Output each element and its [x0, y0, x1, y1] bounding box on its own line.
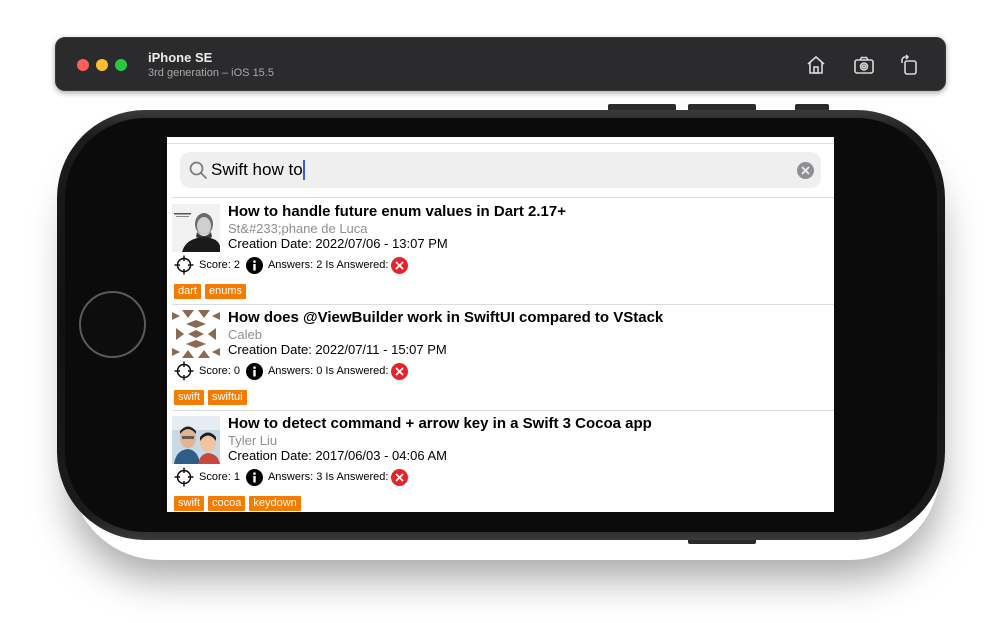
- author-avatar: [172, 204, 220, 252]
- info-icon: [245, 468, 263, 486]
- minimize-window-button[interactable]: [96, 59, 108, 71]
- question-author: St&#233;phane de Luca: [228, 221, 368, 236]
- screenshot-icon[interactable]: [852, 53, 876, 77]
- tag[interactable]: swiftui: [208, 390, 247, 405]
- x-circle-icon: [391, 468, 409, 486]
- tag-list: swift cocoa keydown: [174, 496, 301, 511]
- home-button[interactable]: [79, 291, 146, 358]
- question-meta: Score: 0 Answers: 0 Is Answered:: [174, 361, 409, 381]
- tag[interactable]: cocoa: [208, 496, 246, 511]
- author-avatar: [172, 310, 220, 358]
- tag[interactable]: dart: [174, 284, 201, 299]
- close-window-button[interactable]: [77, 59, 89, 71]
- answers-label: Answers: 2 Is Answered:: [267, 259, 389, 271]
- search-input[interactable]: Swift how to: [211, 160, 305, 180]
- question-author: Tyler Liu: [228, 433, 278, 448]
- rotate-icon[interactable]: [898, 53, 922, 77]
- tag[interactable]: swift: [174, 496, 204, 511]
- crosshair-icon: [174, 255, 194, 275]
- question-date: Creation Date: 2022/07/06 - 13:07 PM: [228, 236, 448, 251]
- question-title[interactable]: How does @ViewBuilder work in SwiftUI co…: [228, 309, 663, 326]
- question-meta: Score: 2 Answers: 2 Is Answered:: [174, 255, 409, 275]
- app-screen: Swift how to How to handle future enum v…: [167, 137, 834, 512]
- tag-list: dart enums: [174, 284, 246, 299]
- author-avatar: [172, 416, 220, 464]
- home-icon[interactable]: [804, 53, 828, 77]
- question-title[interactable]: How to detect command + arrow key in a S…: [228, 415, 652, 432]
- score-label: Score: 0: [199, 365, 240, 377]
- question-row[interactable]: How to handle future enum values in Dart…: [167, 198, 834, 304]
- question-row[interactable]: How does @ViewBuilder work in SwiftUI co…: [167, 304, 834, 410]
- info-icon: [245, 256, 263, 274]
- clear-icon[interactable]: [797, 162, 814, 179]
- info-icon: [245, 362, 263, 380]
- text-caret: [302, 160, 305, 180]
- question-author: Caleb: [228, 327, 262, 342]
- tag[interactable]: keydown: [249, 496, 301, 511]
- tag-list: swift swiftui: [174, 390, 247, 405]
- device-name: iPhone SE: [148, 50, 213, 65]
- nav-divider: [167, 143, 834, 144]
- question-date: Creation Date: 2017/06/03 - 04:06 AM: [228, 448, 447, 463]
- x-circle-icon: [391, 256, 409, 274]
- crosshair-icon: [174, 361, 194, 381]
- question-date: Creation Date: 2022/07/11 - 15:07 PM: [228, 342, 447, 357]
- search-bar[interactable]: Swift how to: [180, 152, 821, 188]
- crosshair-icon: [174, 467, 194, 487]
- tag[interactable]: swift: [174, 390, 204, 405]
- question-meta: Score: 1 Answers: 3 Is Answered:: [174, 467, 409, 487]
- tag[interactable]: enums: [204, 284, 246, 299]
- question-title[interactable]: How to handle future enum values in Dart…: [228, 203, 566, 220]
- device-subtitle: 3rd generation – iOS 15.5: [148, 67, 274, 79]
- score-label: Score: 1: [199, 471, 240, 483]
- answers-label: Answers: 3 Is Answered:: [267, 471, 389, 483]
- answers-label: Answers: 0 Is Answered:: [267, 365, 389, 377]
- x-circle-icon: [391, 362, 409, 380]
- score-label: Score: 2: [199, 259, 240, 271]
- zoom-window-button[interactable]: [115, 59, 127, 71]
- question-row[interactable]: How to detect command + arrow key in a S…: [167, 410, 834, 512]
- search-icon: [189, 161, 207, 179]
- simulator-title-bar: iPhone SE 3rd generation – iOS 15.5: [55, 37, 946, 91]
